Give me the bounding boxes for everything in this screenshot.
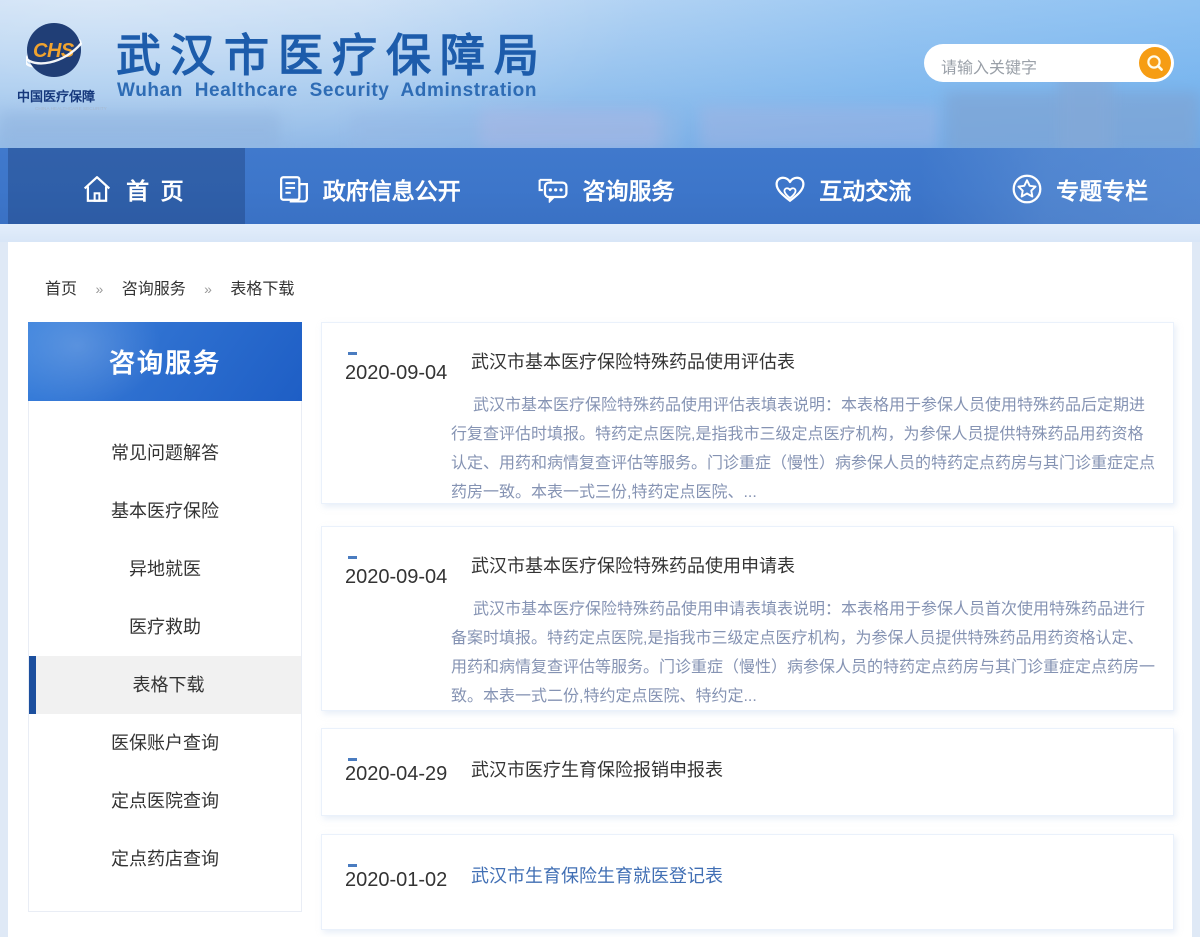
svg-text:CHS: CHS (33, 40, 75, 62)
